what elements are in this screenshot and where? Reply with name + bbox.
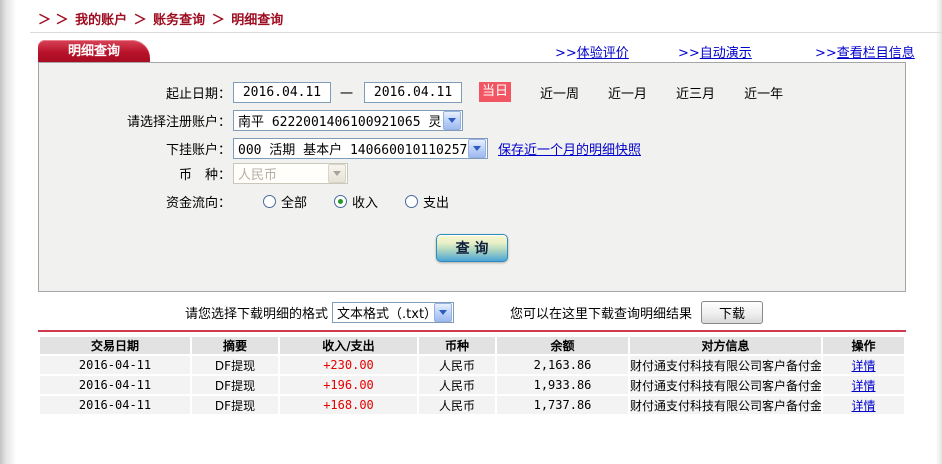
query-button[interactable]: 查 询: [436, 234, 508, 262]
quick-range-year[interactable]: 近一年: [744, 83, 783, 102]
radio-all[interactable]: [263, 194, 276, 208]
cell-balance: 1,737.86: [497, 396, 628, 414]
cell-amount: +168.00: [280, 396, 417, 414]
col-header-counterparty: 对方信息: [630, 337, 821, 354]
cell-summary: DF提现: [192, 396, 278, 414]
date-range-row: 起止日期： 一 当日 近一周 近一月 近三月 近一年: [39, 81, 905, 103]
tab-detail-query[interactable]: 明细查询: [38, 40, 150, 63]
col-header-balance: 余额: [497, 337, 628, 354]
registered-account-label: 请选择注册账户：: [126, 114, 231, 130]
col-header-summary: 摘要: [192, 337, 278, 354]
cell-currency: 人民币: [419, 376, 495, 394]
cell-currency: 人民币: [419, 356, 495, 374]
breadcrumb-separator: ＞: [211, 13, 225, 28]
chevron-down-icon[interactable]: [468, 138, 486, 158]
cell-currency: 人民币: [419, 396, 495, 414]
quick-range-month[interactable]: 近一月: [608, 83, 647, 102]
cell-amount: +196.00: [280, 376, 417, 394]
left-edge-shading: [0, 0, 16, 464]
transaction-table: 交易日期 摘要 收入/支出 币种 余额 对方信息 操作 2016-04-11 D…: [38, 335, 906, 416]
breadcrumb-item-account-query[interactable]: 账务查询: [153, 13, 205, 28]
fund-flow-row: 资金流向： 全部 收入 支出: [39, 190, 905, 212]
breadcrumb-divider: [30, 32, 942, 33]
link-arrows: >>: [815, 46, 837, 61]
link-arrows: >>: [555, 46, 577, 61]
cell-summary: DF提现: [192, 356, 278, 374]
download-format-label: 请您选择下载明细的格式: [185, 307, 329, 322]
link-view-column-info[interactable]: >>查看栏目信息: [815, 42, 915, 61]
col-header-currency: 币种: [419, 337, 495, 354]
currency-select-disabled: 人民币: [233, 162, 348, 184]
table-row: 2016-04-11 DF提现 +230.00 人民币 2,163.86 财付通…: [40, 356, 904, 374]
breadcrumb-separator: ＞: [133, 13, 147, 28]
date-separator: 一: [340, 86, 354, 102]
cell-date: 2016-04-11: [40, 376, 190, 394]
quick-range-quarter[interactable]: 近三月: [676, 83, 715, 102]
download-row: 请您选择下载明细的格式 文本格式（.txt） 您可以在这里下载查询明细结果 下载: [38, 301, 906, 324]
cell-amount: +230.00: [280, 356, 417, 374]
breadcrumb-item-my-account[interactable]: 我的账户: [75, 13, 127, 28]
query-form-panel: 起止日期： 一 当日 近一周 近一月 近三月 近一年 请选择注册账户： 南平 6…: [38, 62, 906, 292]
cell-balance: 2,163.86: [497, 356, 628, 374]
col-header-action: 操作: [823, 337, 904, 354]
cell-counterparty: 财付通支付科技有限公司客户备付金: [630, 396, 821, 414]
link-auto-demo[interactable]: >>自动演示: [678, 42, 752, 61]
cell-date: 2016-04-11: [40, 396, 190, 414]
cell-counterparty: 财付通支付科技有限公司客户备付金: [630, 376, 821, 394]
registered-account-select[interactable]: 南平 6222001406100921065 灵通卡: [233, 109, 463, 131]
detail-query-page: ＞ ＞ 我的账户 ＞ 账务查询 ＞ 明细查询 明细查询 >>体验评价 >>自动演…: [0, 0, 942, 464]
chevron-down-icon[interactable]: [443, 110, 461, 130]
currency-label: 币 种：: [178, 167, 231, 183]
cell-summary: DF提现: [192, 376, 278, 394]
quick-range-week[interactable]: 近一周: [540, 83, 579, 102]
table-row: 2016-04-11 DF提现 +196.00 人民币 1,933.86 财付通…: [40, 376, 904, 394]
quick-range-today[interactable]: 当日: [479, 82, 512, 102]
date-range-label: 起止日期：: [165, 86, 231, 102]
start-date-input[interactable]: [233, 81, 331, 103]
radio-all-label[interactable]: 全部: [281, 192, 307, 211]
link-experience-rating[interactable]: >>体验评价: [555, 42, 629, 61]
fund-flow-label: 资金流向：: [165, 195, 231, 211]
breadcrumb: ＞ ＞ 我的账户 ＞ 账务查询 ＞ 明细查询: [38, 9, 285, 28]
link-arrows: >>: [678, 46, 700, 61]
breadcrumb-prefix: ＞ ＞: [38, 13, 69, 28]
sub-account-row: 下挂账户： 000 活期 基本户 1406600101102571848 保存近…: [39, 137, 905, 159]
currency-row: 币 种： 人民币: [39, 162, 905, 184]
download-result-label: 您可以在这里下载查询明细结果: [510, 307, 693, 322]
download-button[interactable]: 下载: [701, 301, 764, 324]
right-edge-shading: [936, 0, 942, 464]
radio-income[interactable]: [334, 194, 348, 208]
sub-account-label: 下挂账户：: [165, 142, 231, 158]
chevron-down-icon: [328, 163, 346, 183]
registered-account-row: 请选择注册账户： 南平 6222001406100921065 灵通卡: [39, 109, 905, 131]
chevron-down-icon[interactable]: [434, 303, 453, 322]
cell-counterparty: 财付通支付科技有限公司客户备付金: [630, 356, 821, 374]
detail-link[interactable]: 详情: [851, 359, 875, 373]
table-top-accent-line: [38, 330, 906, 332]
cell-balance: 1,933.86: [497, 376, 628, 394]
detail-link[interactable]: 详情: [851, 379, 875, 393]
col-header-amount: 收入/支出: [280, 337, 417, 354]
radio-income-label[interactable]: 收入: [352, 192, 378, 211]
download-format-select[interactable]: 文本格式（.txt）: [332, 302, 455, 323]
sub-account-select[interactable]: 000 活期 基本户 1406600101102571848: [233, 137, 488, 159]
breadcrumb-item-detail-query[interactable]: 明细查询: [231, 13, 283, 28]
table-header-row: 交易日期 摘要 收入/支出 币种 余额 对方信息 操作: [40, 337, 904, 354]
cell-date: 2016-04-11: [40, 356, 190, 374]
radio-expense-label[interactable]: 支出: [423, 192, 449, 211]
table-row: 2016-04-11 DF提现 +168.00 人民币 1,737.86 财付通…: [40, 396, 904, 414]
col-header-date: 交易日期: [40, 337, 190, 354]
radio-expense[interactable]: [405, 194, 419, 208]
detail-link[interactable]: 详情: [851, 399, 875, 413]
end-date-input[interactable]: [364, 81, 463, 103]
save-snapshot-link[interactable]: 保存近一个月的明细快照: [498, 139, 641, 158]
